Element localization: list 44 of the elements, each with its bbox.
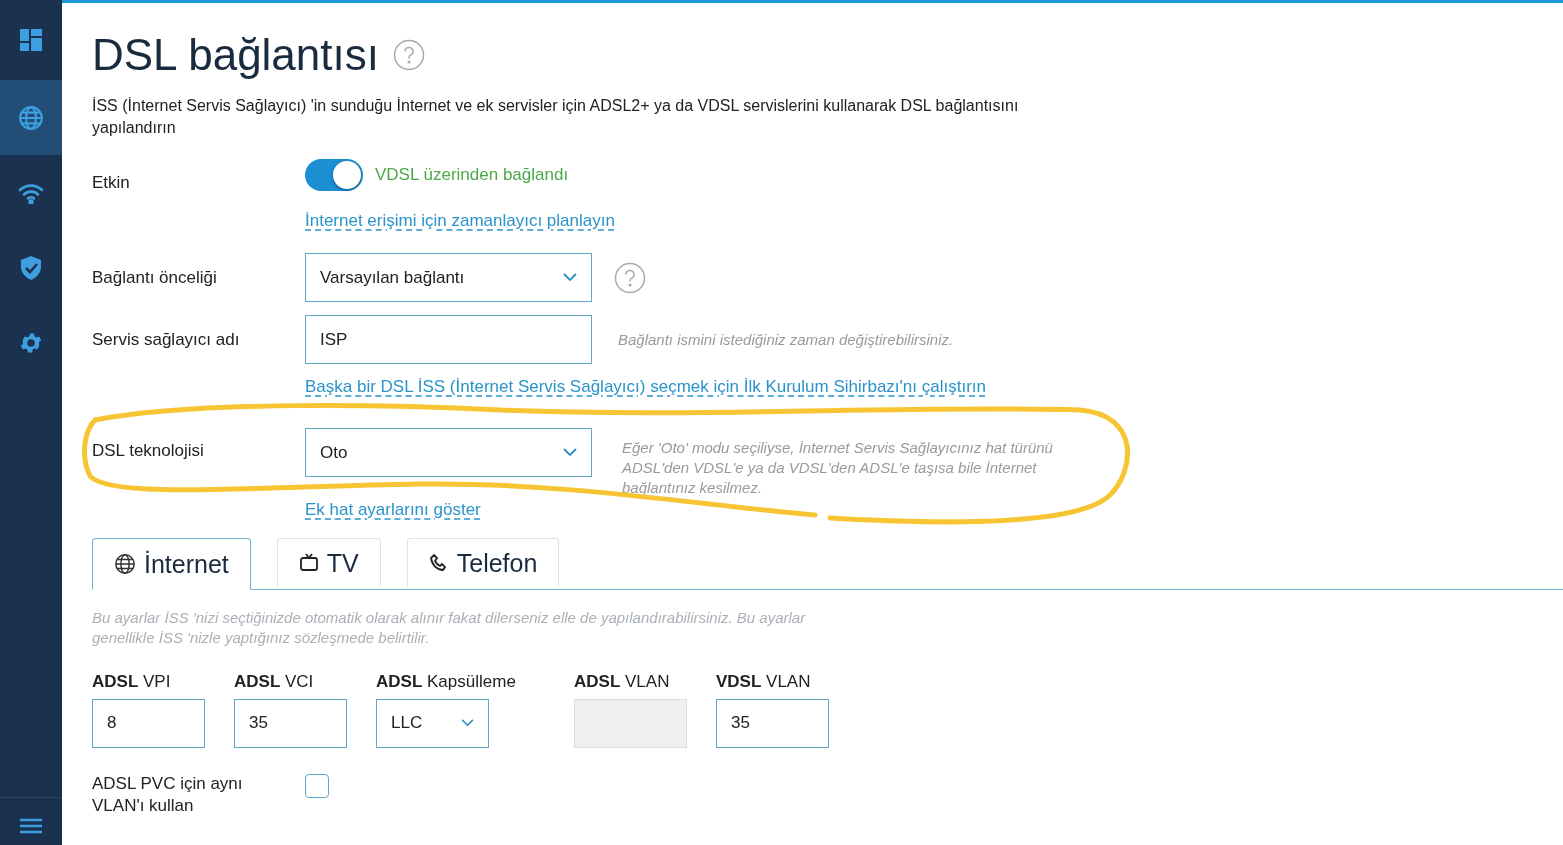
shield-check-icon <box>19 254 43 281</box>
field-label: Bağlantı önceliği <box>92 267 218 288</box>
help-icon[interactable] <box>393 39 425 71</box>
line-settings-link[interactable]: Ek hat ayarlarını göster <box>305 500 481 519</box>
wifi-icon <box>18 181 44 204</box>
priority-dropdown[interactable]: Varsayılan bağlantı <box>305 253 592 302</box>
page-title: DSL bağlantısı <box>92 29 379 81</box>
field-label: DSL teknolojisi <box>92 441 205 461</box>
chevron-down-icon <box>563 273 577 282</box>
checkbox-label: ADSL PVC için aynı VLAN'ı kullan <box>92 772 244 817</box>
checkbox[interactable] <box>305 773 329 798</box>
provider-name-field[interactable]: ISP <box>305 315 592 364</box>
field-hint: Eğer 'Oto' modu seçiliyse, İnternet Servis Sağlayıcınız hat türünü ADSL'den VDSL'e ya da VDSL'den ADSL'e taşısa bile İnternet bağlantınız kesilmez. <box>622 438 1054 498</box>
toggle-switch[interactable] <box>305 159 363 191</box>
chevron-down-icon <box>461 719 474 727</box>
tab[interactable]: Telefon <box>406 538 560 587</box>
field-label: ADSL VCI <box>234 671 315 692</box>
phone-icon <box>428 553 449 573</box>
input-field[interactable]: 35 <box>234 698 347 748</box>
help-icon[interactable] <box>614 261 646 294</box>
page-description: İSS (İnternet Servis Sağlayıcı) 'in sunduğu İnternet ve ek servisler için ADSL2+ ya da VDSL servislerini kullanarak DSL bağlantısını yapılandırın <box>92 96 1020 138</box>
dsl-technology-dropdown[interactable]: Oto <box>305 428 592 477</box>
globe-icon <box>114 553 136 575</box>
tab[interactable]: İnternet <box>92 538 251 590</box>
nav-item[interactable] <box>0 80 62 155</box>
field-hint: Bağlantı ismini istediğiniz zaman değiştirebilirsiniz. <box>618 331 954 348</box>
field-label: ADSL Kapsülleme <box>376 671 517 692</box>
dashboard-icon <box>19 28 43 52</box>
field-label: VDSL VLAN <box>716 671 812 692</box>
field-label: Etkin <box>92 173 131 193</box>
field-label: Servis sağlayıcı adı <box>92 329 241 350</box>
encapsulation-dropdown[interactable]: LLC <box>376 698 489 748</box>
chevron-down-icon <box>563 448 577 457</box>
field-label: ADSL VPI <box>92 671 172 692</box>
setup-wizard-link[interactable]: Başka bir DSL İSS (İnternet Servis Sağlayıcı) seçmek için İlk Kurulum Sihirbazı'nı çalıştırın <box>305 377 986 396</box>
connection-status: VDSL üzerinden bağlandı <box>375 165 569 185</box>
input-field[interactable]: 35 <box>716 698 829 748</box>
menu-icon[interactable] <box>19 816 43 835</box>
globe-icon <box>18 104 44 131</box>
input-field[interactable]: 8 <box>92 698 205 748</box>
tab[interactable]: TV <box>276 538 381 587</box>
tab-note: Bu ayarlar İSS 'nizi seçtiğinizde otomatik olarak alınır fakat dilerseniz elle de yapılandırabilirsiniz. Bu ayarlar genellikle İSS 'nizle yaptığınız sözleşmede belirtilir. <box>92 607 807 648</box>
tv-icon <box>298 553 319 573</box>
field-label: ADSL VLAN <box>574 671 671 692</box>
